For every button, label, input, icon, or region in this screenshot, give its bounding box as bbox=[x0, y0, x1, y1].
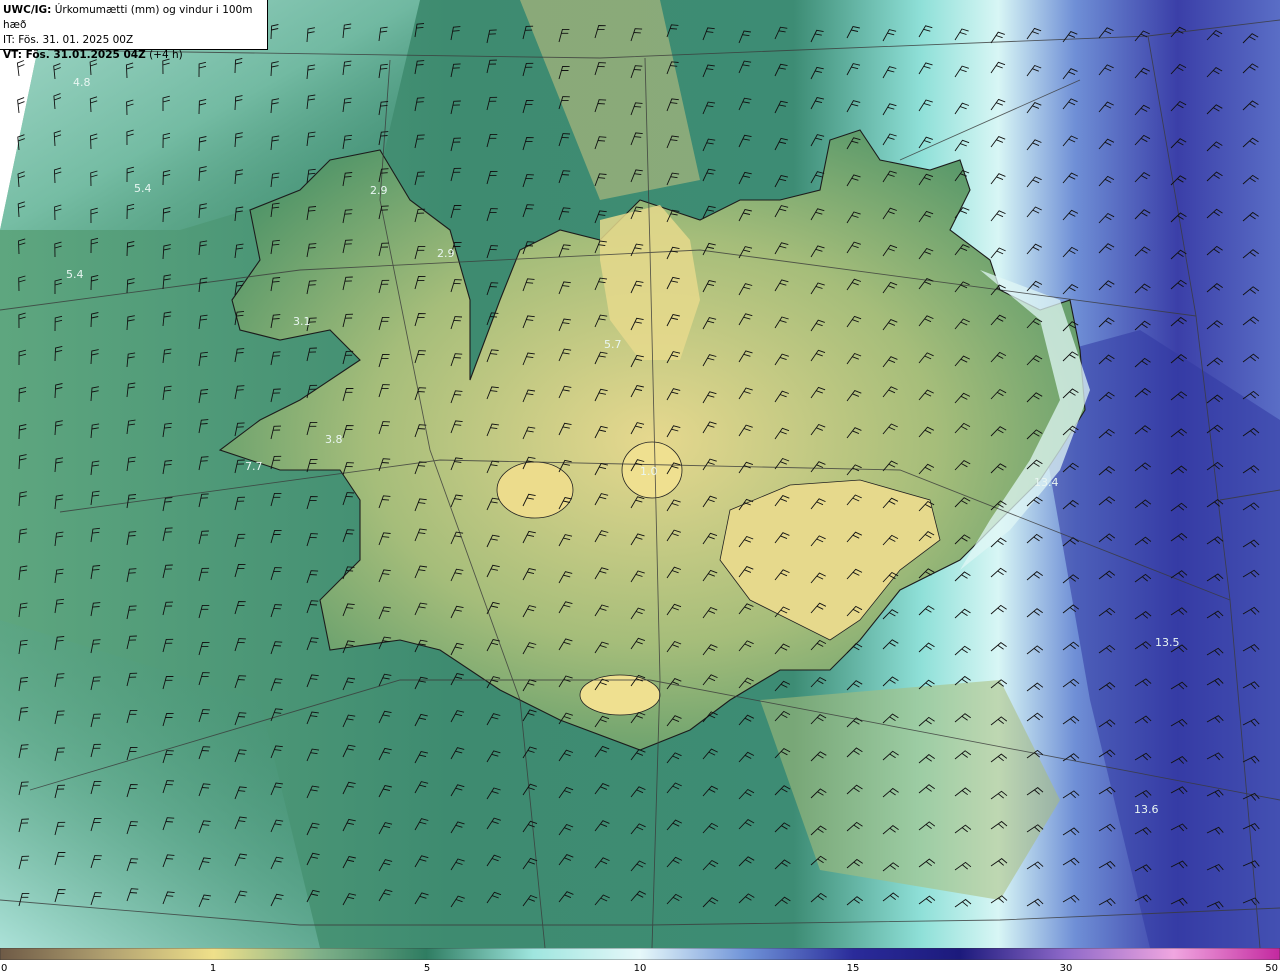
myrdalsjokull-area bbox=[579, 674, 661, 716]
map-value: 5.4 bbox=[134, 182, 152, 195]
map-value: 2.9 bbox=[370, 184, 388, 197]
colorbar-tick-labels: 0 1 5 10 15 30 50 bbox=[0, 961, 1280, 978]
langjokull-area bbox=[496, 461, 574, 519]
colorbar-tick: 5 bbox=[423, 963, 431, 974]
colorbar-tick: 0 bbox=[1, 963, 8, 974]
colorbar-tick: 1 bbox=[209, 963, 217, 974]
valid-time-line: VT: Fös. 31.01.2025 04Z (+4 h) bbox=[3, 48, 267, 63]
colorbar-tick: 15 bbox=[846, 963, 860, 974]
map-value: 4.8 bbox=[73, 76, 91, 89]
map-value: 5.4 bbox=[66, 268, 84, 281]
map-title-line: UWC/IG: Úrkomumætti (mm) og vindur i 100… bbox=[3, 3, 267, 33]
valid-offset: (+4 h) bbox=[149, 49, 183, 61]
map-value: 5.7 bbox=[604, 338, 622, 351]
colorbar-tick: 10 bbox=[633, 963, 647, 974]
precipitation-colorbar bbox=[0, 948, 1280, 960]
model-code: UWC/IG: bbox=[3, 4, 52, 16]
map-value: 3.8 bbox=[325, 433, 343, 446]
colorbar-tick: 30 bbox=[1059, 963, 1073, 974]
map-value: 2.9 bbox=[437, 247, 455, 260]
precipitation-wind-map: 4.8 5.4 5.4 2.9 2.9 5.7 3.1 3.8 7.7 1.0 … bbox=[0, 0, 1280, 948]
map-info-box: UWC/IG: Úrkomumætti (mm) og vindur i 100… bbox=[0, 0, 268, 61]
map-value: 13.4 bbox=[1034, 476, 1059, 489]
colorbar-tick: 50 bbox=[1265, 963, 1278, 974]
map-value: 1.0 bbox=[640, 465, 658, 478]
map-value: 13.5 bbox=[1155, 636, 1180, 649]
map-value: 3.1 bbox=[293, 315, 311, 328]
init-time: IT: Fös. 31. 01. 2025 00Z bbox=[3, 34, 134, 46]
valid-time: VT: Fös. 31.01.2025 04Z bbox=[3, 49, 146, 61]
map-value: 7.7 bbox=[245, 460, 263, 473]
map-value: 13.6 bbox=[1134, 803, 1159, 816]
